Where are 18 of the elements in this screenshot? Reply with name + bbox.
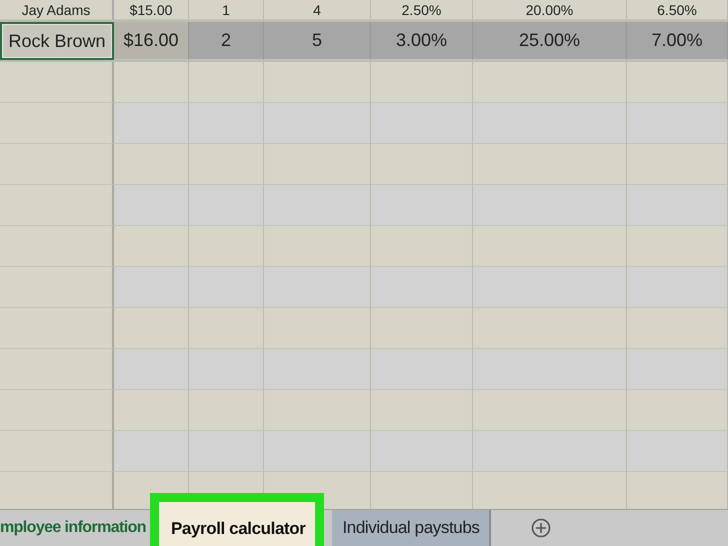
table-cell: Rock Brown [0,22,114,60]
sheet-tab[interactable]: Individual paystubs [332,510,492,546]
table-cell: 5 [264,22,371,60]
table-cell: 25.00% [473,22,627,60]
table-cell: $15.00 [114,0,189,20]
table-cell: 1 [189,0,264,20]
table-cell: 3.00% [371,22,473,60]
table-cell: Jay Adams [0,0,114,20]
table-cell: $16.00 [114,22,189,60]
add-sheet-icon[interactable] [531,518,552,538]
table-cell: 4 [264,0,371,20]
table-cell: 7.00% [627,22,728,60]
sheet-tab[interactable]: Payroll calculator [150,493,324,546]
table-cell: 2 [189,22,264,60]
table-cell: 2.50% [371,0,473,20]
table-cell: 6.50% [627,0,728,20]
table-cell: 20.00% [473,0,627,20]
sheet-tab[interactable]: mployee information [0,510,150,546]
